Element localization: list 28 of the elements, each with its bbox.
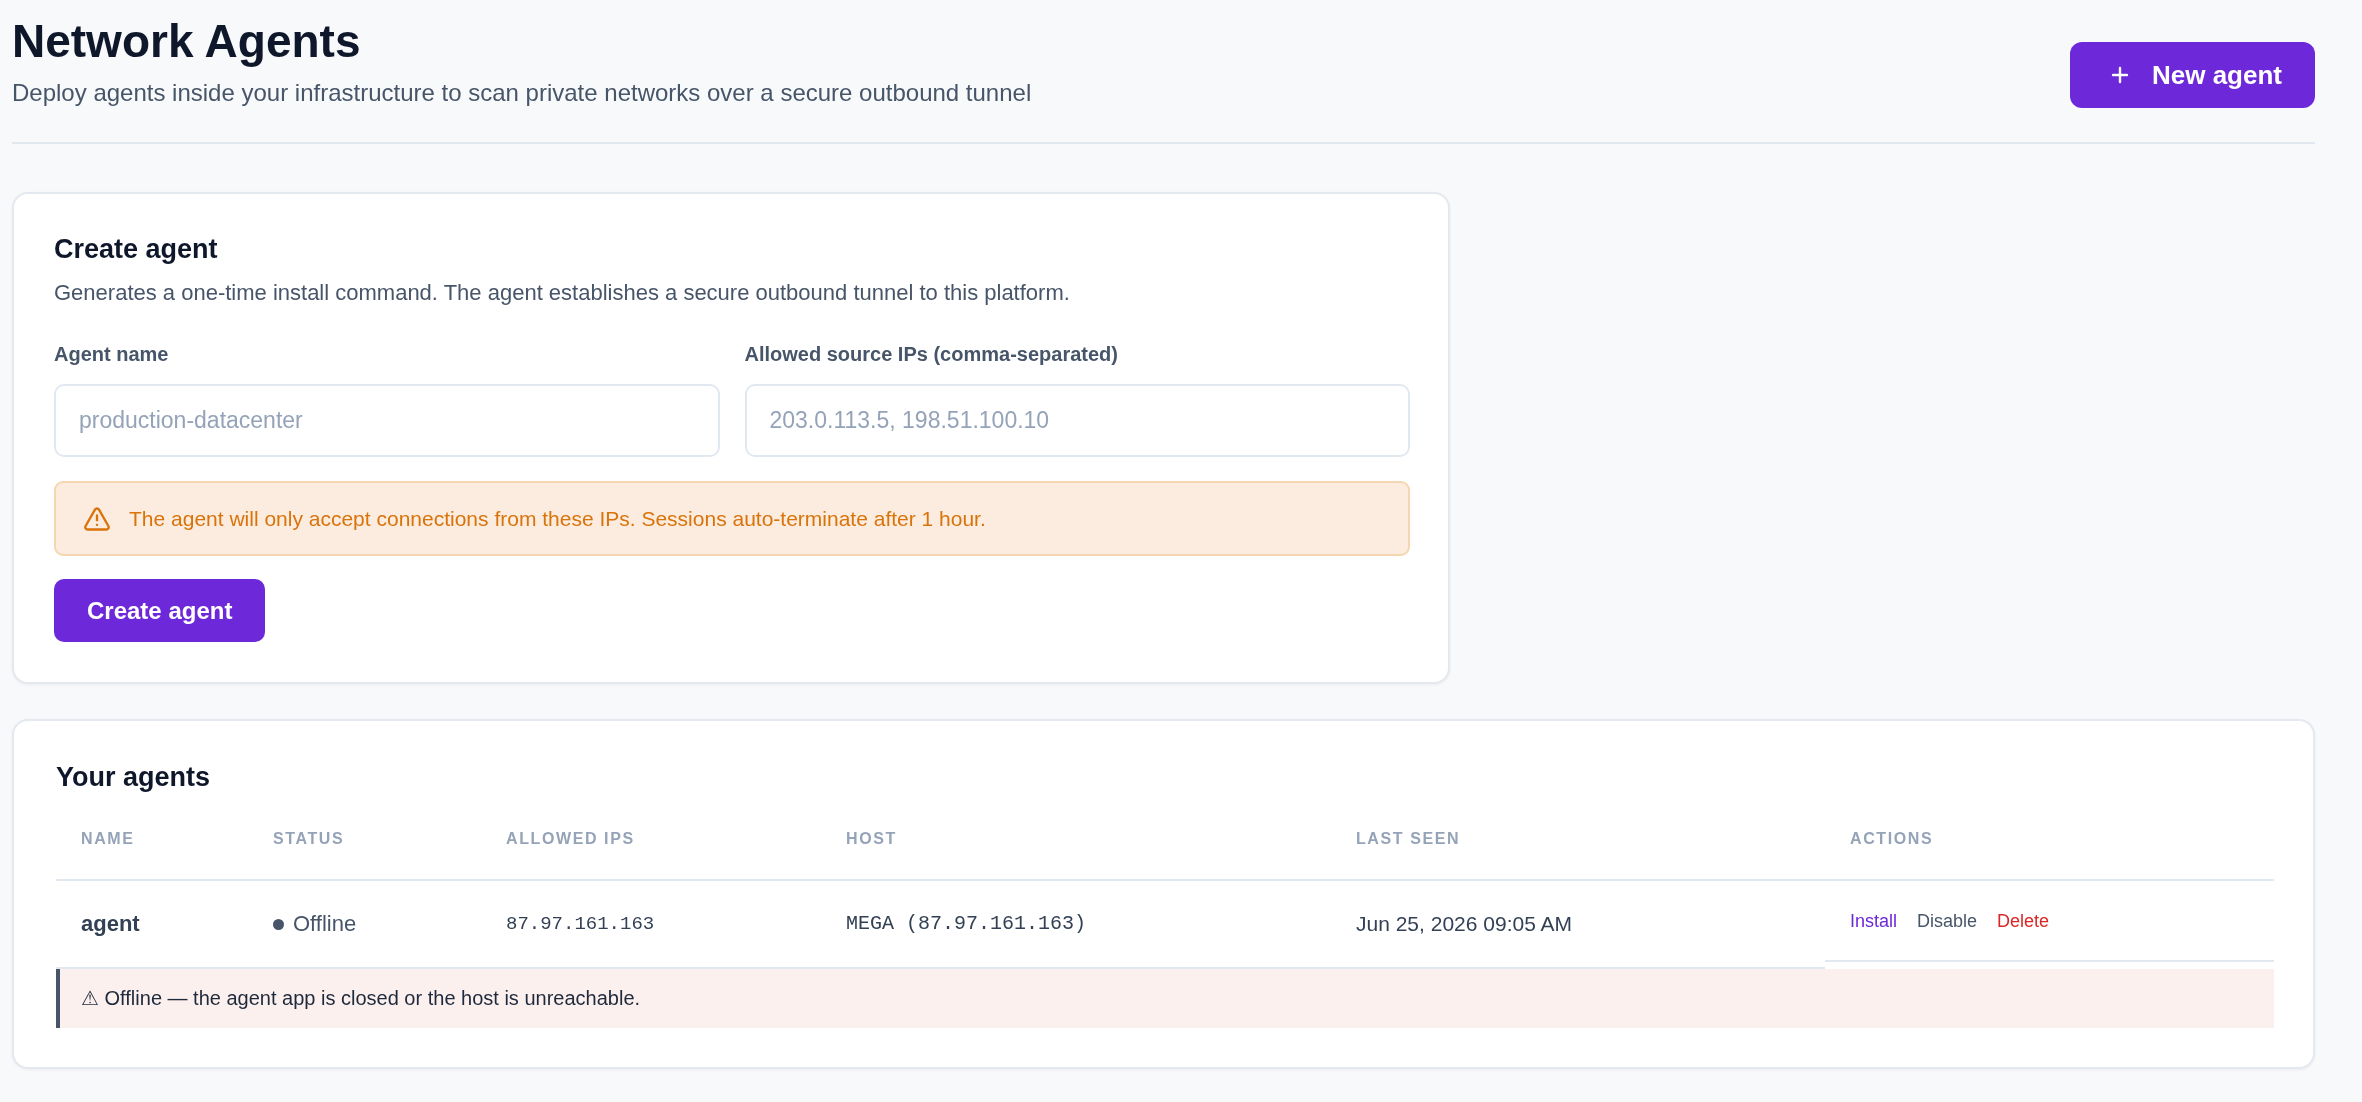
action-link[interactable]: Delete [1997, 909, 2050, 933]
action-link[interactable]: Install [1850, 909, 1898, 933]
column-header: HOST [846, 829, 897, 849]
new-agent-button[interactable]: New agent [2069, 42, 2315, 108]
card-title: Your agents [56, 761, 212, 793]
text-field[interactable]: 203.0.113.5, 198.51.100.10 [744, 384, 1410, 457]
column-header: ACTIONS [1850, 829, 1934, 849]
page-subtitle: Deploy agents inside your infrastructure to scan private networks over a secure outbound tunnel [12, 78, 1032, 108]
card-description: Generates a one-time install command. The agent establishes a secure outbound tunnel to this platform. [54, 279, 1071, 307]
text-field[interactable]: production-datacenter [54, 384, 720, 457]
field-label: Allowed source IPs (comma-separated) [744, 342, 1118, 367]
last-seen-time: Jun 25, 2026 09:05 AM [1356, 911, 1572, 937]
column-header: NAME [81, 829, 135, 849]
column-header: LAST SEEN [1356, 829, 1461, 849]
warning-text: The agent will only accept connections from these IPs. Sessions auto-terminate after 1 hour. [129, 505, 986, 532]
page-title: Network Agents [12, 14, 362, 68]
warning-icon [83, 504, 111, 533]
create-agent-button[interactable]: Create agent [54, 579, 266, 642]
field-label: Agent name [54, 342, 169, 367]
agent-name: agent [81, 910, 140, 938]
host-name: MEGA (87.97.161.163) [846, 911, 1087, 937]
action-link[interactable]: Disable [1917, 909, 1978, 933]
status-text: Offline [293, 910, 357, 938]
column-header: ALLOWED IPS [506, 829, 635, 849]
offline-alert: ⚠ Offline — the agent app is closed or the host is unreachable. [56, 969, 2274, 1028]
card-title: Create agent [54, 233, 219, 265]
column-header: STATUS [273, 829, 345, 849]
allowed-ips: 87.97.161.163 [506, 912, 655, 937]
